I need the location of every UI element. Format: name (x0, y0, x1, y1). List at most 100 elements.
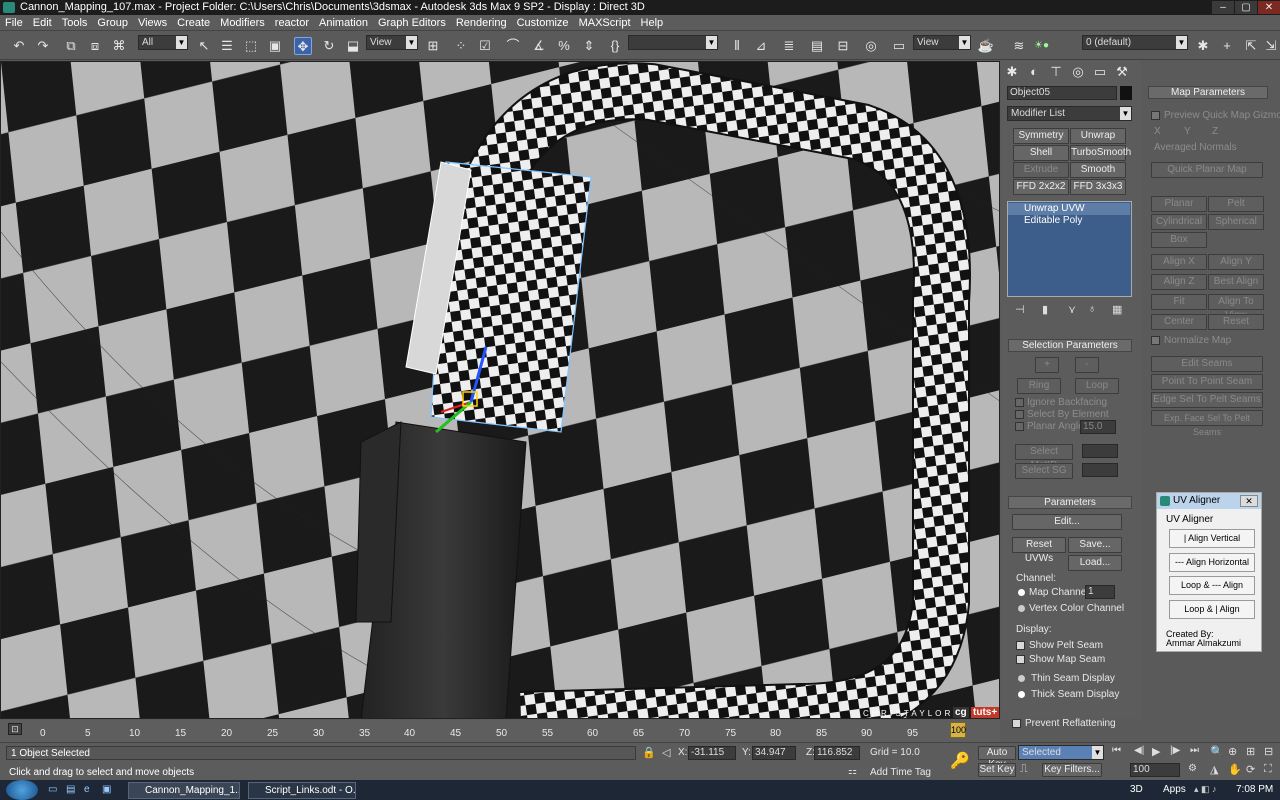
layer-dropdown[interactable]: 0 (default) ▼ (1082, 35, 1188, 50)
menu-edit[interactable]: Edit (28, 15, 57, 31)
explorer-icon[interactable]: ▤ (66, 784, 75, 795)
display-tab-icon[interactable]: ▭ (1091, 63, 1109, 81)
show-pelt-seam-checkbox[interactable] (1016, 641, 1025, 650)
render-view-dropdown[interactable]: View ▼ (913, 35, 971, 50)
modifier-list-dropdown[interactable]: Modifier List ▼ (1007, 106, 1132, 121)
axis-z-label[interactable]: Z (1212, 126, 1218, 137)
thick-seam-radio[interactable] (1018, 691, 1025, 698)
add-to-layer-icon[interactable]: + (1218, 37, 1236, 55)
exp-face-sel-button[interactable]: Exp. Face Sel To Pelt Seams (1151, 410, 1263, 437)
menu-rendering[interactable]: Rendering (451, 15, 512, 31)
map-parameters-header[interactable]: Map Parameters (1148, 86, 1268, 99)
timeline-ruler[interactable]: 0 5 10 15 20 25 30 35 40 45 50 55 60 65 … (30, 720, 1000, 740)
unlink-icon[interactable]: ⧈ (86, 37, 104, 55)
tray-3d[interactable]: 3D (1130, 784, 1143, 795)
edit-button[interactable]: Edit... (1012, 514, 1122, 530)
key-mode-dropdown[interactable]: Selected ▼ (1018, 745, 1104, 760)
box-button[interactable]: Box (1151, 232, 1207, 248)
utilities-tab-icon[interactable]: ⚒ (1113, 63, 1131, 81)
ignore-backfacing-checkbox[interactable] (1015, 398, 1024, 407)
planar-button[interactable]: Planar (1151, 196, 1207, 212)
schematic-view-icon[interactable]: ⊟ (834, 37, 852, 55)
redo-icon[interactable]: ↷ (34, 37, 52, 55)
loop-align-horizontal-button[interactable]: Loop & --- Align (1169, 576, 1255, 595)
center-button[interactable]: Center (1151, 314, 1207, 330)
time-config-icon[interactable]: ⚙ (1188, 763, 1197, 774)
map-channel-spinner[interactable]: 1 (1085, 585, 1115, 599)
averaged-normals-label[interactable]: Averaged Normals (1154, 142, 1237, 153)
uv-aligner-titlebar[interactable]: UV Aligner ✕ (1157, 493, 1261, 509)
taskbar-item-3dsmax[interactable]: Cannon_Mapping_1... (128, 782, 240, 799)
selection-filter-dropdown[interactable]: All ▼ (138, 35, 188, 50)
play-icon[interactable]: ▶ (1152, 745, 1160, 758)
maximize-viewport-icon[interactable]: ⛶ (1264, 763, 1272, 776)
quick-planar-button[interactable]: Quick Planar Map (1151, 162, 1263, 178)
remove-modifier-icon[interactable]: ♁ (1088, 303, 1096, 315)
sg-spinner[interactable] (1082, 463, 1118, 477)
keyboard-shortcut-icon[interactable]: ☑ (476, 37, 494, 55)
modify-tab-icon[interactable]: ◐ (1025, 63, 1043, 81)
pelt-button[interactable]: Pelt (1208, 196, 1264, 212)
planar-angle-checkbox[interactable] (1015, 422, 1024, 431)
axis-x-label[interactable]: X (1154, 126, 1161, 137)
unwrap-uvw-button[interactable]: Unwrap UVW (1070, 128, 1126, 155)
menu-create[interactable]: Create (172, 15, 215, 31)
select-by-element-checkbox[interactable] (1015, 410, 1024, 419)
select-by-name-icon[interactable]: ☰ (218, 37, 236, 55)
window-crossing-icon[interactable]: ▣ (266, 37, 284, 55)
media-icon[interactable]: ▣ (102, 784, 111, 795)
prevent-reflattening-checkbox[interactable] (1012, 719, 1021, 728)
menu-tools[interactable]: Tools (57, 15, 93, 31)
spinner-snap-icon[interactable]: ⇕ (580, 37, 598, 55)
absolute-mode-icon[interactable]: ◁ (662, 746, 670, 759)
prev-frame-icon[interactable]: ◀| (1134, 745, 1144, 756)
create-tab-icon[interactable]: ✱ (1003, 63, 1021, 81)
object-name-field[interactable]: Object05 (1007, 86, 1117, 100)
turbosmooth-button[interactable]: TurboSmooth (1070, 145, 1131, 161)
menu-file[interactable]: File (0, 15, 28, 31)
point-to-point-seam-button[interactable]: Point To Point Seam (1151, 374, 1263, 390)
angle-snap-icon[interactable]: ∡ (530, 37, 548, 55)
symmetry-button[interactable]: Symmetry (1013, 128, 1069, 144)
selection-parameters-header[interactable]: Selection Parameters (1008, 339, 1132, 352)
bind-space-warp-icon[interactable]: ⌘ (110, 37, 128, 55)
map-channel-radio[interactable] (1018, 589, 1025, 596)
keyframe-icon[interactable]: ⎍ (1020, 763, 1028, 776)
field-of-view-icon[interactable]: ◮ (1210, 763, 1218, 776)
minimize-button[interactable]: – (1212, 1, 1234, 14)
curve-editor-icon[interactable]: ▤ (808, 37, 826, 55)
close-icon[interactable]: ✕ (1240, 495, 1258, 507)
material-editor-icon[interactable]: ◎ (862, 37, 880, 55)
edge-sel-to-pelt-button[interactable]: Edge Sel To Pelt Seams (1151, 392, 1263, 408)
zoom-icon[interactable]: 🔍 (1210, 745, 1224, 758)
menu-reactor[interactable]: reactor (270, 15, 314, 31)
normalize-map-checkbox[interactable] (1151, 336, 1160, 345)
save-button[interactable]: Save... (1068, 537, 1122, 553)
zoom-all-icon[interactable]: ⊕ (1228, 745, 1237, 758)
named-selection-dropdown[interactable]: ▼ (628, 35, 718, 50)
menu-customize[interactable]: Customize (512, 15, 574, 31)
manipulate-icon[interactable]: ⁘ (452, 37, 470, 55)
select-rotate-icon[interactable]: ↻ (320, 37, 338, 55)
best-align-button[interactable]: Best Align (1208, 274, 1264, 290)
pin-stack-icon[interactable]: ⊣ (1015, 303, 1025, 316)
menu-maxscript[interactable]: MAXScript (574, 15, 636, 31)
loop-align-vertical-button[interactable]: Loop & | Align (1169, 600, 1255, 619)
ffd3-button[interactable]: FFD 3x3x3 (1070, 179, 1126, 195)
menu-help[interactable]: Help (636, 15, 669, 31)
align-to-view-button[interactable]: Align To View (1208, 294, 1264, 321)
start-button-icon[interactable] (6, 780, 38, 800)
open-mini-curve-icon[interactable]: ⊡ (8, 723, 22, 735)
reset-map-button[interactable]: Reset (1208, 314, 1264, 330)
object-color-swatch[interactable] (1120, 86, 1132, 100)
loop-button[interactable]: Loop (1075, 378, 1119, 394)
planar-angle-spinner[interactable]: 15.0 (1080, 420, 1116, 434)
time-slider[interactable]: ⊡ 0 5 10 15 20 25 30 35 40 45 50 55 60 6… (0, 720, 1000, 742)
tray-apps[interactable]: Apps (1163, 784, 1186, 795)
snap-toggle-icon[interactable]: ⌒ (504, 37, 522, 55)
preview-gizmo-checkbox[interactable] (1151, 111, 1160, 120)
axis-y-label[interactable]: Y (1184, 126, 1191, 137)
mirror-icon[interactable]: ⫴ (728, 37, 746, 55)
x-coordinate-field[interactable]: -31.115 (688, 746, 736, 760)
menu-graph-editors[interactable]: Graph Editors (373, 15, 451, 31)
